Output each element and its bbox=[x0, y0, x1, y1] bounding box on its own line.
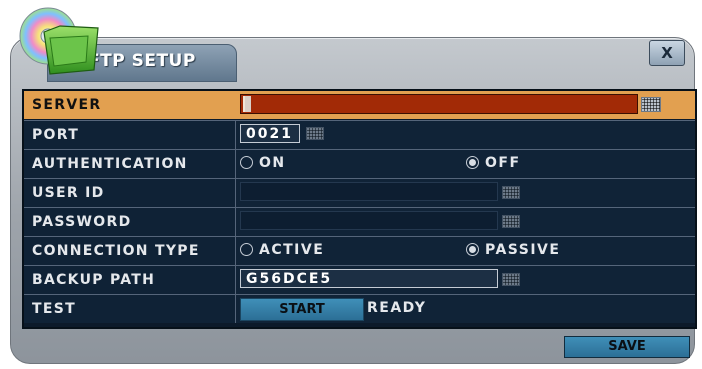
title-bar: FTP SETUP X bbox=[11, 38, 694, 86]
server-row[interactable]: SERVER bbox=[24, 91, 695, 119]
backup-path-label: BACKUP PATH bbox=[32, 272, 156, 288]
save-button[interactable]: SAVE bbox=[564, 336, 690, 358]
settings-panel: SERVER PORT 0021 AUTHENTICATION ON OFF U… bbox=[22, 89, 697, 329]
close-button[interactable]: X bbox=[649, 40, 685, 66]
user-id-input[interactable] bbox=[240, 182, 498, 201]
auth-on-radio[interactable] bbox=[240, 156, 253, 169]
authentication-label: AUTHENTICATION bbox=[32, 156, 188, 172]
connection-type-row: CONNECTION TYPE ACTIVE PASSIVE bbox=[24, 236, 695, 265]
password-input[interactable] bbox=[240, 211, 498, 230]
connection-type-label: CONNECTION TYPE bbox=[32, 243, 200, 259]
port-label: PORT bbox=[32, 127, 80, 143]
text-cursor bbox=[243, 96, 251, 112]
server-input[interactable] bbox=[240, 94, 638, 114]
ftp-disk-folder-icon bbox=[19, 7, 99, 75]
auth-off-radio[interactable] bbox=[466, 156, 479, 169]
password-row: PASSWORD bbox=[24, 207, 695, 236]
test-status: READY bbox=[367, 300, 427, 316]
passive-label: PASSIVE bbox=[485, 242, 561, 258]
authentication-row: AUTHENTICATION ON OFF bbox=[24, 149, 695, 178]
user-id-row: USER ID bbox=[24, 178, 695, 207]
start-button[interactable]: START bbox=[240, 298, 364, 321]
passive-radio[interactable] bbox=[466, 243, 479, 256]
virtual-keyboard-icon[interactable] bbox=[502, 186, 520, 199]
dialog-title: FTP SETUP bbox=[88, 51, 196, 71]
virtual-keyboard-icon[interactable] bbox=[306, 127, 324, 140]
password-label: PASSWORD bbox=[32, 214, 132, 230]
auth-off-label: OFF bbox=[485, 155, 521, 171]
server-label: SERVER bbox=[32, 97, 102, 113]
user-id-label: USER ID bbox=[32, 185, 105, 201]
auth-on-label: ON bbox=[259, 155, 286, 171]
active-radio[interactable] bbox=[240, 243, 253, 256]
port-input[interactable]: 0021 bbox=[240, 124, 300, 143]
backup-path-input[interactable]: G56DCE5 bbox=[240, 269, 498, 288]
backup-path-row: BACKUP PATH G56DCE5 bbox=[24, 265, 695, 294]
virtual-keyboard-icon[interactable] bbox=[502, 273, 520, 286]
port-row: PORT 0021 bbox=[24, 120, 695, 149]
active-label: ACTIVE bbox=[259, 242, 325, 258]
virtual-keyboard-icon[interactable] bbox=[502, 215, 520, 228]
virtual-keyboard-icon[interactable] bbox=[641, 97, 661, 112]
test-label: TEST bbox=[32, 301, 76, 317]
test-row: TEST START READY bbox=[24, 294, 695, 323]
